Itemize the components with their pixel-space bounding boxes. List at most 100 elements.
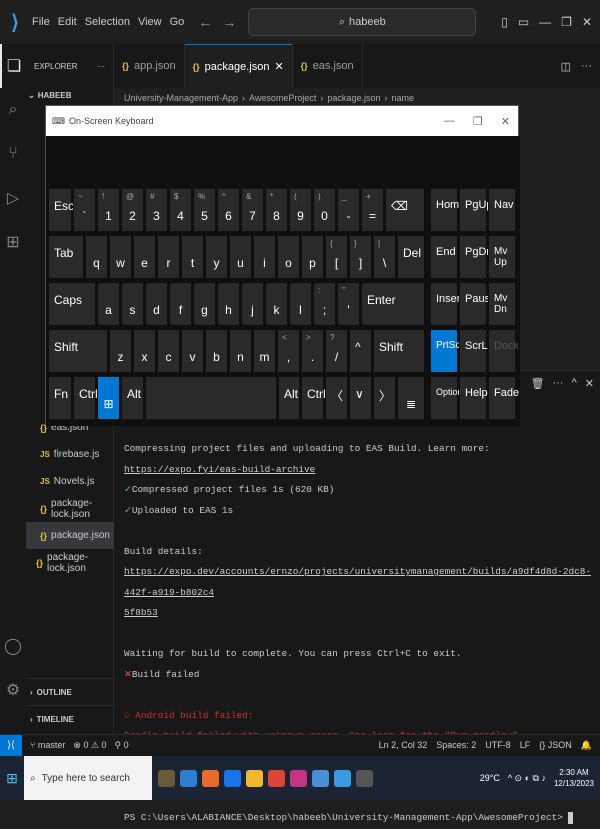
windows-key-icon[interactable]: ⊞ [97, 376, 120, 420]
key-7[interactable]: & 7 [241, 188, 264, 232]
key-ctrl-right[interactable]: Ctrl [301, 376, 326, 420]
key-enter[interactable]: Enter [361, 282, 425, 326]
eol[interactable]: LF [520, 740, 531, 751]
key-tab[interactable]: Tab [48, 235, 84, 279]
key-m[interactable]: m [253, 329, 276, 373]
problems-status[interactable]: ⊗ 0 ⚠ 0 [73, 740, 106, 751]
project-folder[interactable]: HABEEB [38, 91, 72, 100]
windows-start-icon[interactable]: ⊞ [0, 756, 24, 800]
close-tab-icon[interactable]: ✕ [274, 60, 283, 73]
key-up-arrow[interactable]: ^ [349, 329, 372, 373]
key-1[interactable]: ! 1 [97, 188, 120, 232]
key-u[interactable]: u [229, 235, 252, 279]
key-left-bracket[interactable]: {[ [325, 235, 348, 279]
key-p[interactable]: p [301, 235, 324, 279]
key-h[interactable]: h [217, 282, 240, 326]
key-d[interactable]: d [145, 282, 168, 326]
chrome-icon[interactable] [268, 769, 285, 787]
kill-terminal-icon[interactable]: 🗑 [531, 377, 545, 390]
run-debug-icon[interactable]: ▷ [0, 176, 26, 220]
key-shift-right[interactable]: Shift [373, 329, 425, 373]
restore-icon[interactable]: ❐ [561, 15, 572, 29]
key-end[interactable]: End [430, 235, 458, 279]
menu-file[interactable]: File [32, 16, 50, 28]
menu-selection[interactable]: Selection [85, 16, 130, 28]
key-options[interactable]: Options [430, 376, 467, 420]
ports-status[interactable]: ⚲ 0 [115, 740, 129, 751]
file-package-lock-json-root[interactable]: {} package-lock.json [26, 549, 114, 576]
vscode-icon[interactable] [334, 769, 351, 787]
key-help[interactable]: Help [459, 376, 488, 420]
menu-go[interactable]: Go [170, 16, 185, 28]
key-pgup[interactable]: PgUp [459, 188, 493, 232]
cursor-position[interactable]: Ln 2, Col 32 [379, 740, 428, 751]
file-novels-js[interactable]: JS Novels.js [26, 468, 114, 495]
key-pgdn[interactable]: PgDn [459, 235, 493, 279]
key-4[interactable]: $4 [169, 188, 192, 232]
close-icon[interactable]: ✕ [501, 115, 510, 128]
key-f[interactable]: f [169, 282, 192, 326]
key-z[interactable]: z [109, 329, 132, 373]
timeline-section[interactable]: › TIMELINE [26, 705, 114, 732]
app-icon[interactable] [356, 769, 373, 787]
key-space[interactable] [145, 376, 277, 420]
close-panel-icon[interactable]: ✕ [585, 377, 594, 390]
key-fn[interactable]: Fn [48, 376, 72, 420]
task-view-icon[interactable] [180, 769, 197, 787]
breadcrumb-item[interactable]: AwesomeProject [249, 93, 316, 103]
key-k[interactable]: k [265, 282, 288, 326]
key-mvup[interactable]: Mv Up [488, 235, 516, 279]
key-mvdn[interactable]: Mv Dn [488, 282, 516, 326]
key-s[interactable]: s [121, 282, 144, 326]
terminal-link[interactable]: https://expo.fyi/eas-build-archive [124, 464, 315, 475]
key-nav[interactable]: Nav [488, 188, 516, 232]
key-e[interactable]: e [133, 235, 156, 279]
key-j[interactable]: j [241, 282, 264, 326]
key-b[interactable]: b [205, 329, 228, 373]
key-8[interactable]: * 8 [265, 188, 288, 232]
key-o[interactable]: o [277, 235, 300, 279]
key-6[interactable]: ^ 6 [217, 188, 240, 232]
key-semicolon[interactable]: :; [313, 282, 336, 326]
notifications-icon[interactable]: 🔔 [581, 740, 592, 751]
key-comma[interactable]: <, [277, 329, 300, 373]
toggle-panel-icon[interactable]: ▭ [518, 15, 529, 29]
key-0[interactable]: ) 0 [313, 188, 336, 232]
close-icon[interactable]: ✕ [582, 15, 592, 29]
key-t[interactable]: t [181, 235, 204, 279]
menu-view[interactable]: View [138, 16, 162, 28]
language-mode[interactable]: {} JSON [539, 740, 572, 751]
command-center-search[interactable]: ⌕ habeeb [248, 8, 477, 36]
source-control-icon[interactable]: ⑂ [0, 132, 26, 176]
key-v[interactable]: v [181, 329, 204, 373]
tab-eas-json[interactable]: {} eas.json [293, 44, 363, 88]
more-actions-icon[interactable]: ··· [553, 377, 564, 390]
app-icon[interactable] [290, 769, 307, 787]
key-home[interactable]: Home [430, 188, 465, 232]
settings-gear-icon[interactable]: ⚙ [0, 668, 26, 712]
key-pause[interactable]: Pause [459, 282, 496, 326]
branch-status[interactable]: ⑂ master [30, 740, 65, 751]
key-del[interactable]: Del [397, 235, 425, 279]
key-equals[interactable]: + = [361, 188, 384, 232]
explorer-icon[interactable]: ❏ [0, 44, 26, 88]
back-arrow-icon[interactable]: ← [198, 14, 212, 30]
key-9[interactable]: (9 [289, 188, 312, 232]
powershell-icon[interactable] [312, 769, 329, 787]
restore-icon[interactable]: ❐ [473, 115, 483, 128]
menu-edit[interactable]: Edit [58, 16, 77, 28]
terminal-link[interactable]: https://expo.dev/accounts/ernzo/projects… [124, 566, 591, 598]
key-x[interactable]: x [133, 329, 156, 373]
key-n[interactable]: n [229, 329, 252, 373]
key-quote[interactable]: " ' [337, 282, 360, 326]
taskbar-search[interactable]: ⌕ Type here to search [24, 756, 152, 800]
tab-app-json[interactable]: {} app.json [114, 44, 185, 88]
weather-status[interactable]: 29°C [480, 773, 500, 783]
search-view-icon[interactable]: ⌕ [0, 88, 26, 132]
tab-package-json[interactable]: {} package.json ✕ [184, 44, 293, 88]
key-y[interactable]: y [205, 235, 228, 279]
key-caps[interactable]: Caps [48, 282, 96, 326]
key-a[interactable]: a [97, 282, 120, 326]
key-c[interactable]: c [157, 329, 180, 373]
breadcrumb-item[interactable]: name [391, 93, 414, 103]
